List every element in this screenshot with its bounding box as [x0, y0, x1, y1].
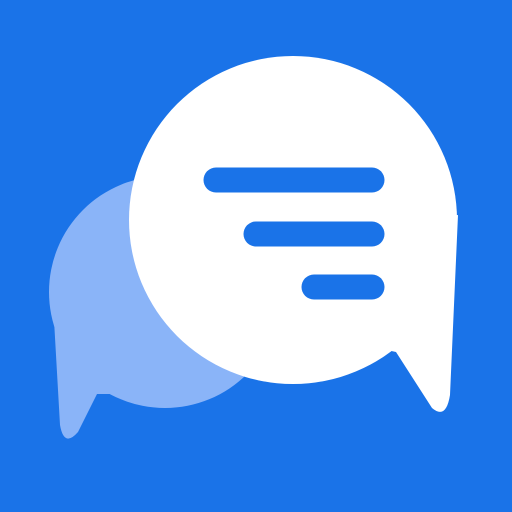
chat-bubbles-icon	[0, 0, 512, 512]
app-icon	[0, 0, 512, 512]
